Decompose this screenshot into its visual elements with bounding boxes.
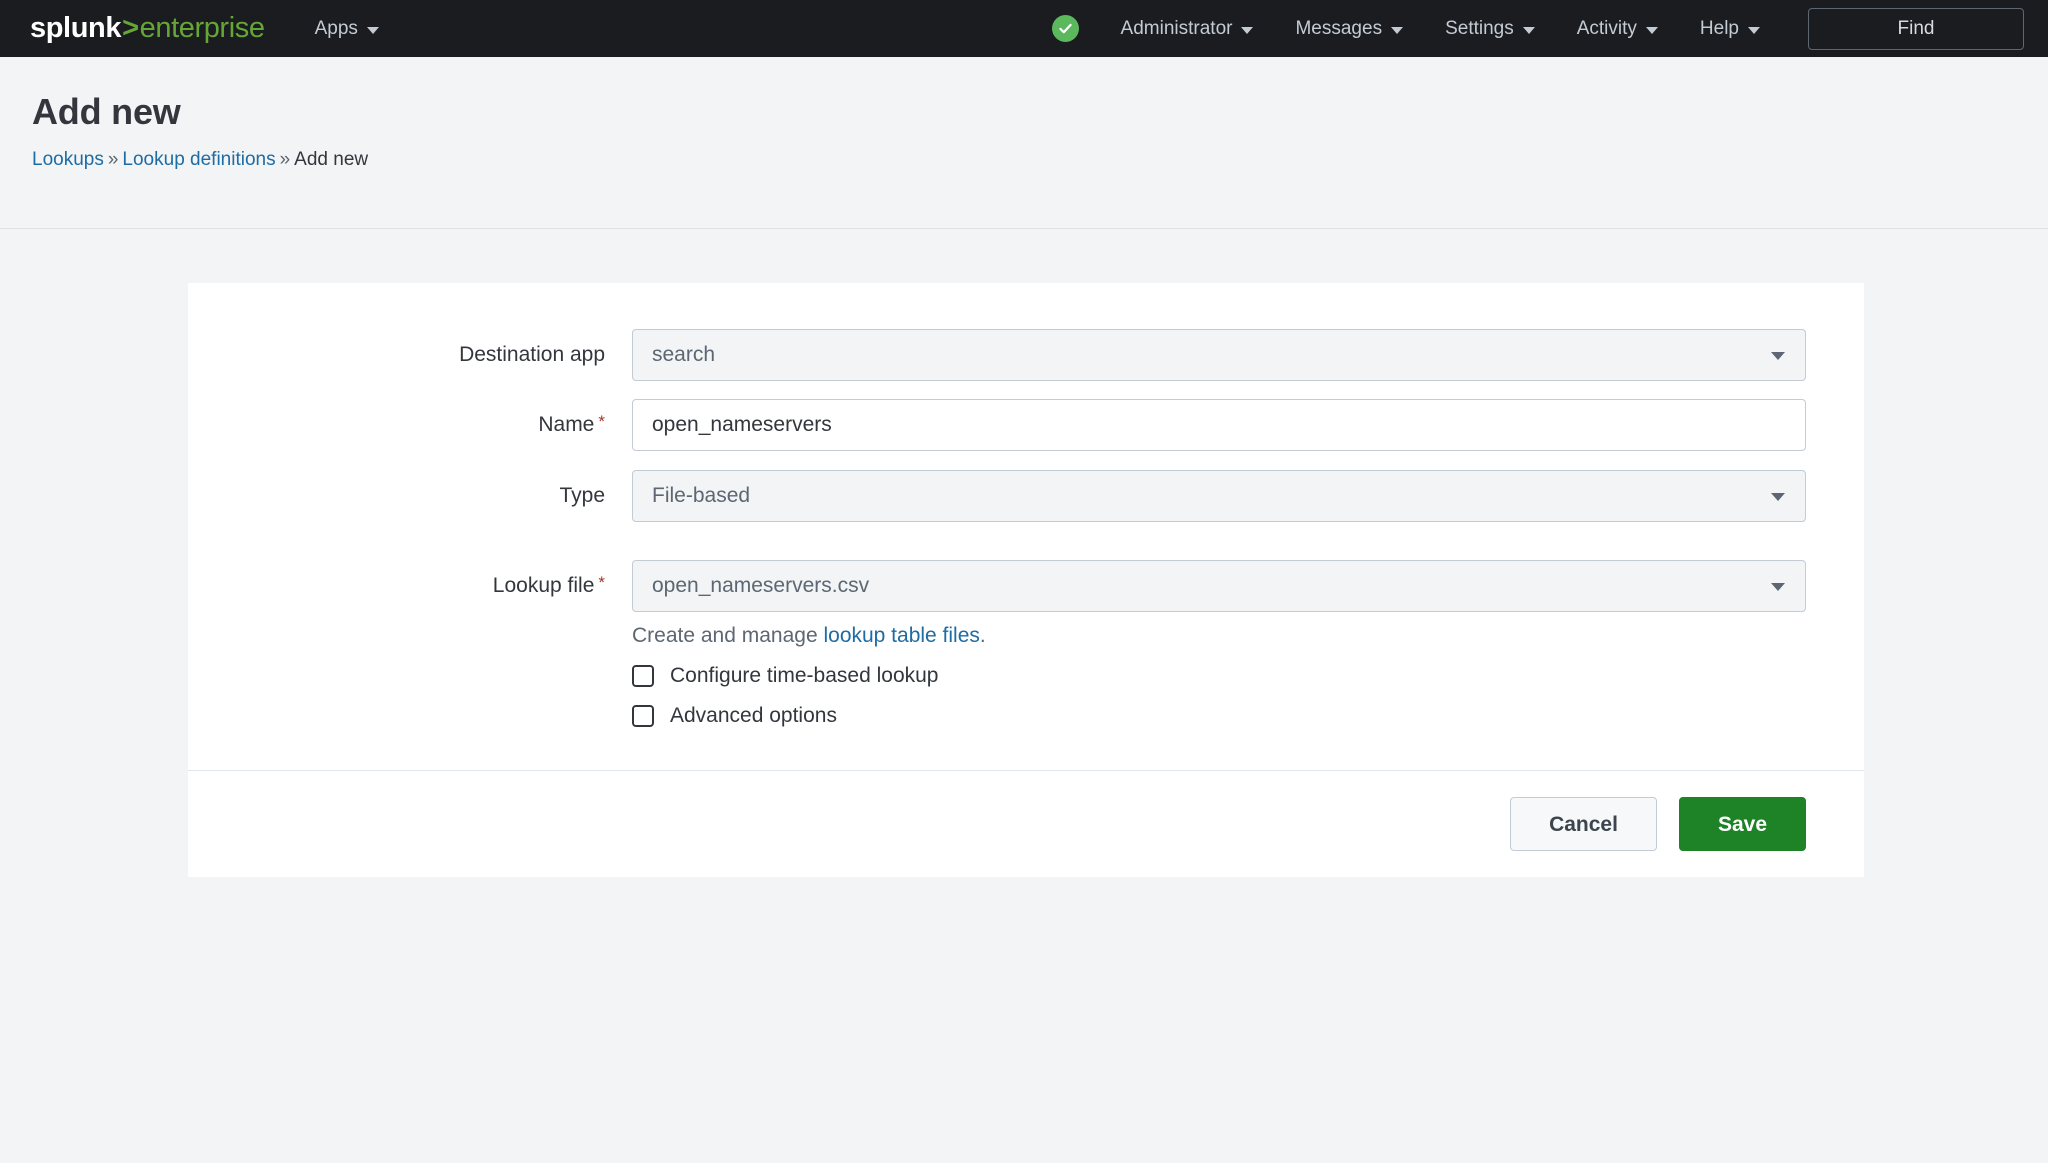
chevron-down-icon [1748, 27, 1760, 34]
form-footer: Cancel Save [188, 770, 1864, 877]
lookup-table-files-link[interactable]: lookup table files [823, 624, 979, 647]
name-control: open_nameservers [632, 399, 1864, 451]
field-name: Name * open_nameservers [188, 399, 1864, 452]
green-check-icon[interactable] [1051, 15, 1079, 42]
checkbox-row-time-based-lookup[interactable]: Configure time-based lookup [632, 664, 1806, 688]
cancel-button[interactable]: Cancel [1510, 797, 1657, 851]
nav-messages[interactable]: Messages [1291, 12, 1407, 46]
splunk-logo[interactable]: splunk > enterprise [30, 14, 265, 43]
destination-app-select[interactable]: search [632, 329, 1806, 381]
page-header: Add new Lookups» Lookup definitions» Add n… [0, 57, 2048, 229]
type-select[interactable]: File-based [632, 470, 1806, 522]
chevron-down-icon [1771, 493, 1785, 501]
field-lookup-file: Lookup file * open_nameservers.csv Create… [188, 560, 1864, 728]
chevron-down-icon [1522, 27, 1535, 34]
destination-app-value: search [652, 343, 716, 366]
lookup-file-label-text: Lookup file [492, 574, 595, 597]
lookup-file-select[interactable]: open_nameservers.csv [632, 560, 1806, 612]
breadcrumb-separator: » [279, 149, 291, 170]
nav-help[interactable]: Help [1696, 12, 1764, 46]
nav-apps-label: Apps [314, 17, 358, 39]
nav-messages-label: Messages [1295, 17, 1383, 39]
checkbox-time-based-lookup-label: Configure time-based lookup [670, 664, 939, 687]
page-title: Add new [32, 91, 181, 132]
checkbox-advanced-options-label: Advanced options [670, 704, 837, 727]
find-button[interactable]: Find [1808, 7, 2024, 50]
lookup-file-label: Lookup file * [188, 560, 632, 613]
nav-settings-label: Settings [1445, 17, 1514, 39]
top-navbar: splunk > enterprise Apps Administrator Mes… [0, 0, 2048, 57]
destination-app-label: Destination app [459, 343, 605, 366]
form-body: Destination app search Name * open_namese… [188, 283, 1864, 770]
breadcrumb-link-lookups[interactable]: Lookups [32, 149, 104, 170]
breadcrumb: Lookups» Lookup definitions» Add new [32, 149, 2016, 171]
field-type: Type File-based [188, 470, 1864, 522]
help-text-suffix: . [979, 624, 986, 647]
checkbox-row-advanced-options[interactable]: Advanced options [632, 704, 1806, 728]
type-control: File-based [632, 470, 1864, 522]
checkbox-time-based-lookup[interactable] [632, 665, 654, 687]
lookup-file-help-text: Create and manage lookup table files. [632, 624, 1806, 648]
lookup-file-control: open_nameservers.csv Create and manage l… [632, 560, 1864, 728]
brand-edition: enterprise [139, 12, 265, 44]
chevron-down-icon [1391, 27, 1404, 34]
checkbox-advanced-options[interactable] [632, 705, 654, 727]
destination-app-control: search [632, 329, 1864, 381]
help-text-prefix: Create and manage [632, 624, 824, 647]
nav-activity-label: Activity [1576, 17, 1637, 39]
chevron-down-icon [1645, 27, 1658, 34]
chevron-down-icon [366, 27, 379, 34]
brand-name: splunk [30, 12, 122, 44]
name-input[interactable]: open_nameservers [632, 399, 1806, 451]
lookup-definition-form-card: Destination app search Name * open_namese… [188, 283, 1864, 877]
nav-apps[interactable]: Apps [311, 12, 383, 46]
lookup-file-value: open_nameservers.csv [652, 574, 870, 597]
nav-help-label: Help [1699, 17, 1739, 39]
nav-settings[interactable]: Settings [1441, 12, 1539, 46]
navbar-right-group: Administrator Messages Settings Activity… [1051, 7, 2024, 50]
chevron-down-icon [1771, 352, 1785, 360]
nav-administrator[interactable]: Administrator [1117, 12, 1258, 46]
required-asterisk: * [598, 412, 605, 431]
type-value: File-based [652, 484, 751, 507]
nav-activity[interactable]: Activity [1573, 12, 1662, 46]
chevron-down-icon [1241, 27, 1254, 34]
breadcrumb-link-lookup-definitions[interactable]: Lookup definitions [122, 149, 275, 170]
type-label: Type [559, 484, 605, 507]
brand-separator: > [122, 12, 139, 44]
name-input-value: open_nameservers [652, 413, 832, 436]
nav-administrator-label: Administrator [1120, 17, 1233, 39]
breadcrumb-current: Add new [294, 149, 369, 170]
field-destination-app: Destination app search [188, 329, 1864, 381]
required-asterisk: * [598, 573, 605, 592]
chevron-down-icon [1771, 583, 1785, 591]
breadcrumb-separator: » [107, 149, 119, 170]
name-label-text: Name [538, 413, 595, 436]
name-label: Name * [188, 399, 632, 452]
save-button[interactable]: Save [1678, 797, 1806, 851]
